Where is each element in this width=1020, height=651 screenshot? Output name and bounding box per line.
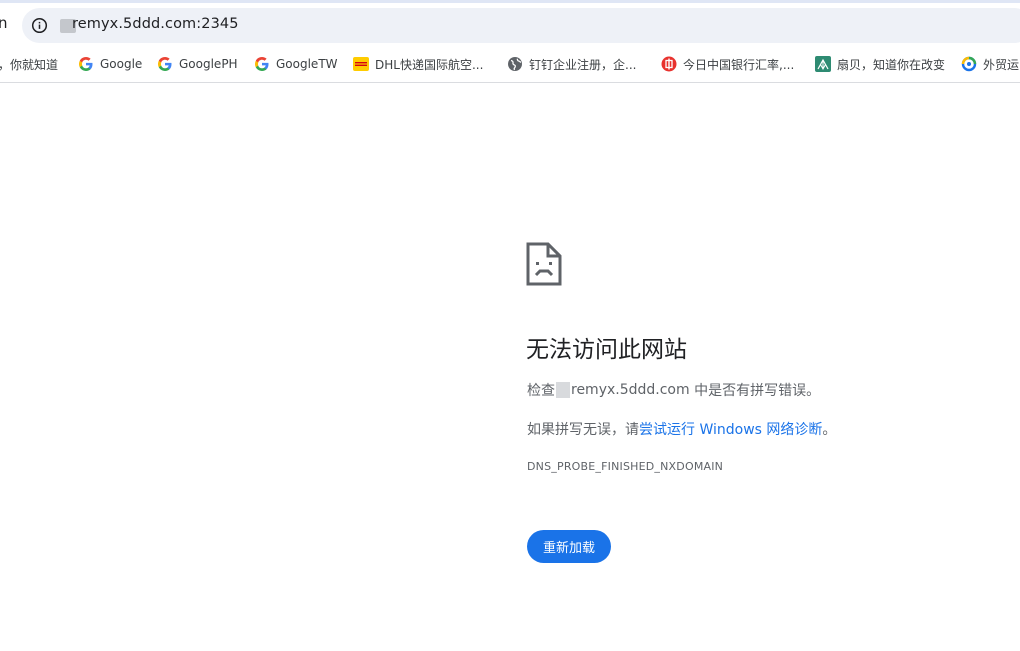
bookmark-label: GooglePH bbox=[179, 57, 238, 71]
reload-button[interactable]: 重新加载 bbox=[527, 530, 611, 563]
bookmark-dhl[interactable]: DHL快递国际航空... bbox=[353, 54, 483, 74]
network-diagnostics-link[interactable]: 尝试运行 Windows 网络诊断 bbox=[639, 422, 822, 438]
bookmark-label: 今日中国银行汇率,... bbox=[683, 56, 794, 73]
google-icon bbox=[157, 56, 173, 72]
ring-icon bbox=[961, 56, 977, 72]
suggest-prefix: 如果拼写无误，请 bbox=[527, 422, 639, 438]
error-title: 无法访问此网站 bbox=[526, 330, 687, 364]
spelling-check-message: 检查 remyx.5ddd.com 中是否有拼写错误。 bbox=[527, 380, 820, 400]
check-suffix: 中是否有拼写错误。 bbox=[690, 380, 820, 400]
host-redacted-mask bbox=[556, 382, 570, 398]
bookmark-trade[interactable]: 外贸运 bbox=[961, 54, 1019, 74]
globe-icon bbox=[507, 56, 523, 72]
site-info-icon[interactable] bbox=[31, 17, 48, 34]
bookmark-label: 外贸运 bbox=[983, 56, 1019, 73]
bookmark-item[interactable]: ，你就知道 bbox=[0, 54, 58, 74]
google-icon bbox=[254, 56, 270, 72]
bookmark-boc-rate[interactable]: 今日中国银行汇率,... bbox=[661, 54, 794, 74]
bookmark-label: GoogleTW bbox=[276, 57, 338, 71]
address-bar[interactable]: remyx.5ddd.com:2345 bbox=[22, 8, 1020, 43]
google-icon bbox=[78, 56, 94, 72]
bookmark-label: Google bbox=[100, 57, 142, 71]
boc-icon bbox=[661, 56, 677, 72]
bookmarks-bar: ，你就知道 Google GooglePH GoogleTW bbox=[0, 46, 1020, 83]
dhl-icon bbox=[353, 56, 369, 72]
tab-strip-edge bbox=[0, 0, 1020, 3]
bookmark-label: 钉钉企业注册，企... bbox=[529, 56, 636, 73]
check-host: remyx.5ddd.com bbox=[571, 382, 690, 398]
url-text[interactable]: remyx.5ddd.com:2345 bbox=[72, 16, 239, 32]
bookmark-dingtalk[interactable]: 钉钉企业注册，企... bbox=[507, 54, 636, 74]
sad-page-icon bbox=[526, 242, 562, 286]
toolbar-edge-glyph: n bbox=[0, 14, 8, 32]
check-prefix: 检查 bbox=[527, 380, 555, 400]
suggest-suffix: 。 bbox=[822, 422, 836, 438]
bookmark-label: 扇贝，知道你在改变 bbox=[837, 56, 945, 73]
error-code: DNS_PROBE_FINISHED_NXDOMAIN bbox=[527, 460, 723, 473]
bookmark-shanbay[interactable]: 扇贝，知道你在改变 bbox=[815, 54, 945, 74]
bookmark-google[interactable]: Google bbox=[78, 54, 142, 74]
bookmark-label: ，你就知道 bbox=[0, 56, 58, 73]
browser-toolbar: n remyx.5ddd.com:2345 bbox=[0, 0, 1020, 46]
shanbay-icon bbox=[815, 56, 831, 72]
bookmark-googletw[interactable]: GoogleTW bbox=[254, 54, 338, 74]
diagnostics-suggestion: 如果拼写无误，请尝试运行 Windows 网络诊断。 bbox=[527, 419, 836, 439]
bookmark-googleph[interactable]: GooglePH bbox=[157, 54, 238, 74]
bookmark-label: DHL快递国际航空... bbox=[375, 56, 483, 73]
